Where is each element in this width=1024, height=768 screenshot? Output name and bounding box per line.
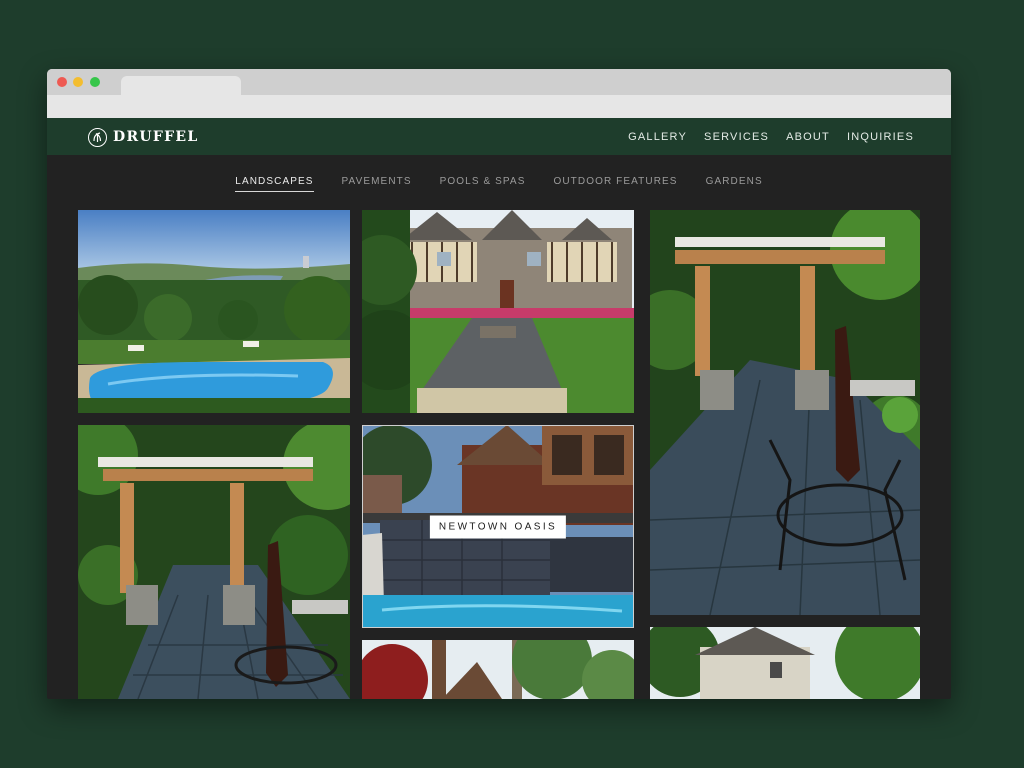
gallery-photo-house-trees[interactable]: [650, 627, 920, 699]
tab-gardens[interactable]: GARDENS: [706, 176, 763, 192]
gallery-photo-pergola-patio[interactable]: [78, 425, 350, 699]
gallery-photo-red-maple-house[interactable]: [362, 640, 634, 699]
site-header: DRUFFEL GALLERY SERVICES ABOUT INQUIRIES: [47, 118, 951, 155]
browser-tab[interactable]: [121, 76, 241, 98]
brand-logo[interactable]: DRUFFEL: [88, 127, 198, 147]
nav-gallery[interactable]: GALLERY: [628, 131, 687, 143]
main-nav: GALLERY SERVICES ABOUT INQUIRIES: [611, 118, 914, 155]
nav-about[interactable]: ABOUT: [786, 131, 830, 143]
maximize-window-button[interactable]: [90, 77, 100, 87]
tab-pavements[interactable]: PAVEMENTS: [342, 176, 412, 192]
minimize-window-button[interactable]: [73, 77, 83, 87]
nav-services[interactable]: SERVICES: [704, 131, 769, 143]
gallery-photo-pool-river-view[interactable]: [78, 210, 350, 413]
tab-strip: [47, 69, 951, 98]
leaf-monogram-icon: [88, 127, 107, 147]
brand-name: DRUFFEL: [113, 129, 199, 145]
close-window-button[interactable]: [57, 77, 67, 87]
photo-caption: NEWTOWN OASIS: [429, 515, 567, 538]
tab-landscapes[interactable]: LANDSCAPES: [235, 176, 314, 192]
gallery-category-nav: LANDSCAPES PAVEMENTS POOLS & SPAS OUTDOO…: [47, 155, 951, 205]
browser-chrome: [47, 69, 951, 118]
tab-pools-spas[interactable]: POOLS & SPAS: [440, 176, 526, 192]
tab-outdoor-features[interactable]: OUTDOOR FEATURES: [553, 176, 677, 192]
browser-window: DRUFFEL GALLERY SERVICES ABOUT INQUIRIES…: [47, 69, 951, 699]
nav-inquiries[interactable]: INQUIRIES: [847, 131, 914, 143]
gallery-photo-pergola-dining[interactable]: [650, 210, 920, 615]
gallery-photo-tudor-house[interactable]: [362, 210, 634, 413]
gallery-photo-newtown-oasis[interactable]: NEWTOWN OASIS: [362, 425, 634, 628]
